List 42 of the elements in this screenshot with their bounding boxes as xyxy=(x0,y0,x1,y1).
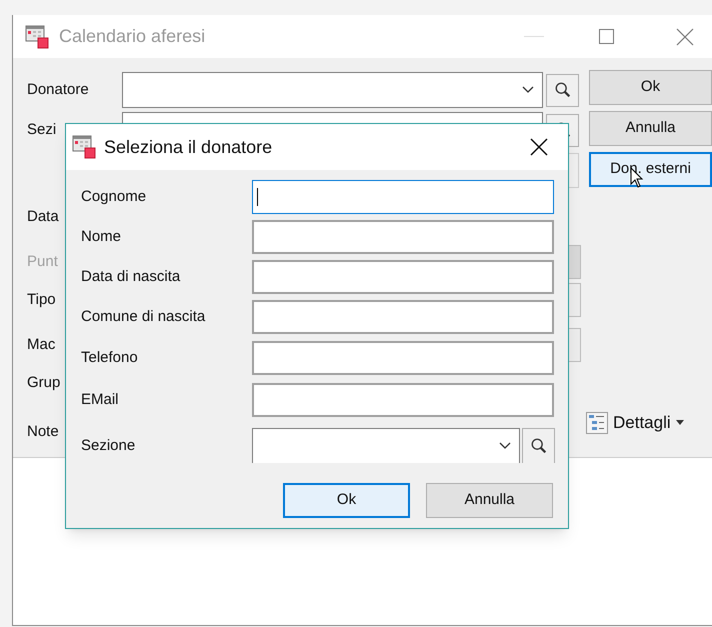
field-label: Punt xyxy=(27,252,59,272)
combo-box[interactable] xyxy=(122,72,543,108)
dialog-button[interactable]: Ok xyxy=(589,70,712,105)
field-label: Sezi xyxy=(27,120,58,140)
field-label: Comune di nascita xyxy=(81,306,206,327)
search-button[interactable] xyxy=(546,74,579,106)
dialog-button[interactable]: Annulla xyxy=(589,111,712,146)
field-label: Donatore xyxy=(27,80,90,100)
field-label: Grup xyxy=(27,372,62,393)
combo-box[interactable] xyxy=(252,428,520,463)
input-field[interactable] xyxy=(252,220,554,254)
field-label: Sezione xyxy=(81,436,136,456)
search-icon xyxy=(554,81,572,99)
field-label: Cognome xyxy=(81,186,148,207)
calendar-icon xyxy=(72,135,96,159)
details-button[interactable]: Dettagli xyxy=(586,410,684,436)
field-label: Mac xyxy=(27,334,56,355)
input-field[interactable] xyxy=(252,341,554,375)
search-icon xyxy=(530,437,548,455)
calendar-icon xyxy=(25,24,49,48)
dialog-title: Seleziona il donatore xyxy=(104,136,272,158)
input-field[interactable] xyxy=(252,383,554,417)
list-icon xyxy=(586,412,608,434)
close-icon[interactable] xyxy=(530,138,548,156)
input-field[interactable] xyxy=(252,300,554,334)
window-title: Calendario aferesi xyxy=(59,25,206,48)
chevron-down-icon xyxy=(522,86,534,94)
field-label: Telefono xyxy=(81,348,139,368)
field-label: Data xyxy=(27,206,60,227)
field-label: Data di nascita xyxy=(81,266,182,287)
dialog-button[interactable]: Ok xyxy=(283,483,410,518)
field-label: EMail xyxy=(81,390,120,410)
search-button[interactable] xyxy=(522,428,555,463)
field-label: Tipo xyxy=(27,290,57,310)
caret-icon xyxy=(676,420,684,426)
input-field[interactable] xyxy=(252,260,554,294)
maximize-button[interactable] xyxy=(599,29,614,44)
dialog-button[interactable]: Annulla xyxy=(426,483,553,518)
field-label: Note xyxy=(27,422,60,442)
field-label: Nome xyxy=(81,226,122,247)
input-field[interactable] xyxy=(252,180,554,214)
chevron-down-icon xyxy=(499,442,511,450)
